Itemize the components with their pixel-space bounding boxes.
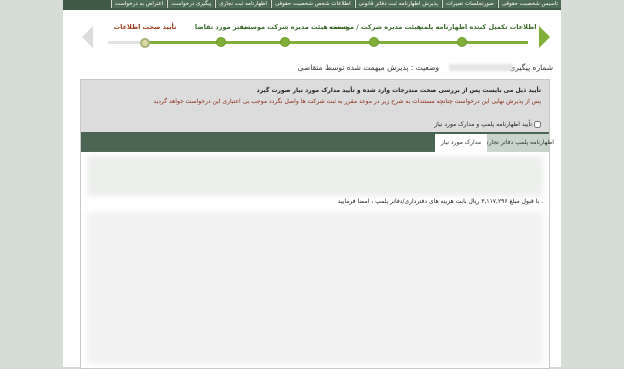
tracking-number-value (449, 64, 513, 71)
step-dot-icon (280, 37, 290, 47)
wizard-step-label: اطلاعات تکمیل کننده اظهارنامه پلمپ (417, 23, 537, 31)
nav-tab-trade-declaration[interactable]: اظهارنامه ثبت تجاری (215, 0, 270, 8)
nav-tab-changes[interactable]: صورتجلسات تغییرات (441, 0, 497, 8)
fee-statement: با قبول مبلغ ۳,۱۱۷,۲۹۶ ریال بابت هزینه ه… (337, 198, 543, 205)
notice-warning: پس از پذیرش نهایی این درخواست چنانچه مست… (153, 98, 541, 105)
prev-arrow-icon[interactable] (82, 26, 93, 48)
nav-tab-legal-entity-info[interactable]: اطلاعات شخص شخصیت حقوقی (270, 0, 354, 8)
status-text: وضعیت : پذیرش میهمت شده توسط متقاضی (297, 63, 439, 72)
step-current-dot-icon (140, 38, 150, 48)
tab-ledger-declaration[interactable]: اظهارنامه پلمپ دفاتر تجاری (481, 134, 554, 152)
nav-tab-company-registration[interactable]: تاسیس شخصیت حقوقی (497, 0, 561, 8)
wizard-progress (148, 41, 528, 44)
tracking-number-label: شماره پیگیری (509, 63, 553, 72)
next-arrow-icon[interactable] (539, 26, 550, 48)
nav-tab-objection[interactable]: اعتراض به درخواست (110, 0, 167, 8)
tab-required-documents[interactable]: مدارک مورد نیاز (435, 134, 487, 152)
page-container: تاسیس شخصیت حقوقی صورتجلسات تغییرات پذیر… (63, 0, 561, 369)
notice-instruction: تأیید ذیل می بایست پس از بررسی صحت مندرج… (256, 87, 541, 94)
nav-tab-track-request[interactable]: پیگیری درخواست (167, 0, 215, 8)
step-dot-icon (369, 37, 379, 47)
wizard-step-label: تأیید صحت اطلاعات (113, 23, 177, 31)
request-info-row: شماره پیگیری وضعیت : پذیرش میهمت شده توس… (63, 58, 561, 76)
step-dot-icon (216, 37, 226, 47)
top-navigation: تاسیس شخصیت حقوقی صورتجلسات تغییرات پذیر… (63, 0, 561, 10)
tab-content: با قبول مبلغ ۳,۱۱۷,۲۹۶ ریال بابت هزینه ه… (81, 152, 549, 368)
confirm-checkbox-label: تأیید اظهارنامه پلمپ و مدارک مورد نیاز (434, 121, 532, 128)
confirm-checkbox-row[interactable]: تأیید اظهارنامه پلمپ و مدارک مورد نیاز (434, 121, 541, 128)
confirmation-panel: تأیید ذیل می بایست پس از بررسی صحت مندرج… (80, 79, 554, 369)
blurred-document-body (87, 212, 543, 364)
nav-tab-ledger-declaration[interactable]: پذیرش اظهارنامه ثبت دفاتر قانونی (354, 0, 441, 8)
step-dot-icon (457, 37, 467, 47)
blurred-document-header (87, 156, 543, 196)
confirm-checkbox[interactable] (534, 121, 541, 128)
document-tabs-bar: اظهارنامه پلمپ دفاتر تجاری مدارک مورد نی… (81, 132, 554, 152)
wizard-steps: اطلاعات تکمیل کننده اظهارنامه پلمپ هیئت … (80, 15, 550, 56)
